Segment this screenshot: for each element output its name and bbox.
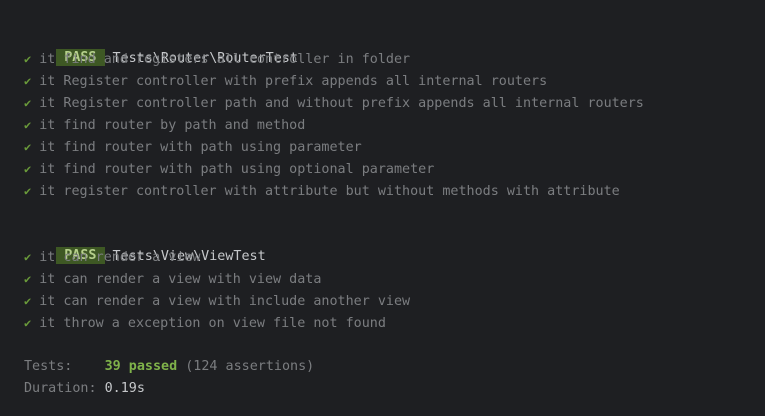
test-result-line: ✔ it can render a view bbox=[24, 246, 200, 268]
test-result-line: ✔ it find router with path using optional… bbox=[24, 158, 434, 180]
test-name: it throw a exception on view file not fo… bbox=[39, 316, 386, 331]
summary-tests-line: Tests: 39 passed (124 assertions) bbox=[24, 356, 314, 378]
summary-duration-line: Duration: 0.19s bbox=[24, 378, 145, 400]
check-icon: ✔ bbox=[24, 294, 32, 308]
check-icon: ✔ bbox=[24, 140, 32, 154]
test-name: it Register controller with prefix appen… bbox=[39, 74, 548, 89]
test-name: it find router by path and method bbox=[39, 118, 306, 133]
suite-header-view: PASS Tests\View\ViewTest bbox=[24, 224, 266, 264]
suite-header-router: PASS Tests\Router\RouterTest bbox=[24, 26, 298, 66]
test-result-line: ✔ it throw a exception on view file not f… bbox=[24, 312, 386, 334]
passed-count: 39 passed bbox=[104, 359, 178, 374]
test-name: it can render a view with include anothe… bbox=[39, 294, 411, 309]
test-result-line: ✔ it can render a view with include anoth… bbox=[24, 290, 410, 312]
test-name: it can render a view bbox=[39, 250, 201, 265]
duration-label: Duration: bbox=[24, 381, 97, 396]
check-icon: ✔ bbox=[24, 162, 32, 176]
test-result-line: ✔ it Register controller path and without… bbox=[24, 92, 644, 114]
check-icon: ✔ bbox=[24, 272, 32, 286]
check-icon: ✔ bbox=[24, 74, 32, 88]
check-icon: ✔ bbox=[24, 250, 32, 264]
test-result-line: ✔ it Register controller with prefix appe… bbox=[24, 70, 547, 92]
test-name: it can render a view with view data bbox=[39, 272, 322, 287]
check-icon: ✔ bbox=[24, 96, 32, 110]
check-icon: ✔ bbox=[24, 316, 32, 330]
tests-label: Tests: bbox=[24, 359, 73, 374]
assertions-count: (124 assertions) bbox=[185, 359, 315, 374]
test-name: it Register controller path and without … bbox=[39, 96, 644, 111]
test-result-line: ✔ it can render a view with view data bbox=[24, 268, 321, 290]
test-name: it find router with path using optional … bbox=[39, 162, 435, 177]
test-result-line: ✔ it find router by path and method bbox=[24, 114, 305, 136]
test-name: it find router with path using parameter bbox=[39, 140, 362, 155]
test-result-line: ✔ it find router with path using paramete… bbox=[24, 136, 362, 158]
check-icon: ✔ bbox=[24, 184, 32, 198]
test-name: it find and registers all controller in … bbox=[39, 52, 411, 67]
test-name: it register controller with attribute bu… bbox=[39, 184, 620, 199]
duration-value: 0.19s bbox=[104, 381, 145, 396]
check-icon: ✔ bbox=[24, 118, 32, 132]
test-result-line: ✔ it find and registers all controller in… bbox=[24, 48, 410, 70]
test-result-line: ✔ it register controller with attribute b… bbox=[24, 180, 620, 202]
check-icon: ✔ bbox=[24, 52, 32, 66]
